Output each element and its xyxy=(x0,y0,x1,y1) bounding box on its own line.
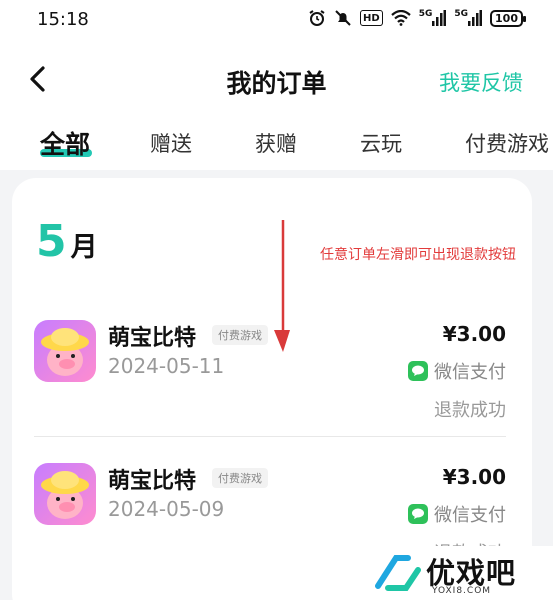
status-icons: HD 5G 5G 100 xyxy=(308,9,526,27)
refund-status: 退款成功 xyxy=(434,400,506,421)
tab-received[interactable]: 获赠 xyxy=(255,128,297,158)
signal-label: 5G xyxy=(418,9,433,19)
game-name: 萌宝比特 xyxy=(108,469,197,494)
signal-icon-2: 5G xyxy=(454,9,483,27)
order-item[interactable]: 萌宝比特 付费游戏 2024-05-11 ¥3.00 微信支付 退款成功 xyxy=(12,310,532,440)
tab-paid-games[interactable]: 付费游戏 xyxy=(465,128,549,158)
wechat-pay-icon xyxy=(408,361,428,381)
site-watermark: 优戏吧 YOXI8.COM xyxy=(368,546,553,600)
tab-gift[interactable]: 赠送 xyxy=(150,128,192,158)
paid-game-tag: 付费游戏 xyxy=(212,325,268,345)
payment-label: 微信支付 xyxy=(434,362,506,383)
order-date: 2024-05-11 xyxy=(108,354,225,378)
refund-hint: 任意订单左滑即可出现退款按钮 xyxy=(320,247,516,263)
game-name: 萌宝比特 xyxy=(108,326,197,351)
tab-all[interactable]: 全部 xyxy=(40,125,90,161)
game-icon xyxy=(34,463,96,525)
order-date: 2024-05-09 xyxy=(108,497,225,521)
watermark-logo-icon xyxy=(375,555,421,591)
order-price: ¥3.00 xyxy=(442,322,506,346)
paid-game-tag: 付费游戏 xyxy=(212,468,268,488)
game-icon xyxy=(34,320,96,382)
tab-label: 全部 xyxy=(40,130,91,159)
payment-label: 微信支付 xyxy=(434,505,506,526)
watermark-url: YOXI8.COM xyxy=(432,586,492,596)
order-price: ¥3.00 xyxy=(442,465,506,489)
alarm-icon xyxy=(308,9,326,27)
wechat-pay-icon xyxy=(408,504,428,524)
month-header: 5 月 xyxy=(36,220,98,264)
payment-method: 微信支付 xyxy=(408,501,506,527)
signal-icon: 5G xyxy=(419,9,447,27)
wifi-icon xyxy=(390,9,411,27)
order-list-card: 5 月 任意订单左滑即可出现退款按钮 萌宝比特 付费游戏 2024-05-11 … xyxy=(12,178,532,600)
signal-label-2: 5G xyxy=(454,9,469,19)
hd-icon: HD xyxy=(360,10,383,26)
mute-icon xyxy=(334,9,352,27)
month-unit: 月 xyxy=(70,232,98,263)
payment-method: 微信支付 xyxy=(408,358,506,384)
month-number: 5 xyxy=(36,216,67,267)
tab-bar: 全部 赠送 获赠 云玩 付费游戏 xyxy=(0,122,553,166)
status-bar: 15:18 HD 5G 5G 100 xyxy=(0,0,553,40)
feedback-link[interactable]: 我要反馈 xyxy=(439,67,523,97)
back-button[interactable] xyxy=(22,64,52,94)
battery-icon: 100 xyxy=(490,9,526,27)
tab-cloud-play[interactable]: 云玩 xyxy=(360,128,402,158)
nav-bar: 我的订单 我要反馈 xyxy=(0,50,553,110)
chevron-left-icon xyxy=(30,66,45,92)
status-time: 15:18 xyxy=(37,9,89,30)
divider xyxy=(34,436,506,437)
